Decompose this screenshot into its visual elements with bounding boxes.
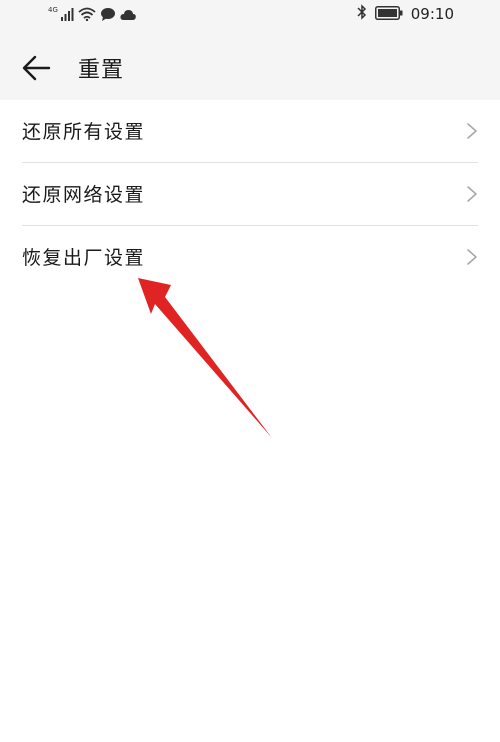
cloud-icon — [120, 6, 136, 25]
chevron-right-icon — [466, 185, 478, 203]
factory-reset-item[interactable]: 恢复出厂设置 — [0, 226, 500, 289]
arrow-left-icon — [18, 55, 58, 92]
network-type-label: 4G — [48, 6, 58, 14]
battery-icon — [374, 5, 403, 24]
status-bar-left: 4G — [48, 6, 136, 24]
chevron-right-icon — [466, 248, 478, 266]
status-time: 09:10 — [410, 5, 454, 23]
status-bar-right: 09:10 — [357, 4, 454, 24]
wifi-icon — [78, 6, 96, 25]
reset-network-settings-item[interactable]: 还原网络设置 — [0, 163, 500, 226]
list-item-label: 还原所有设置 — [22, 121, 146, 143]
message-icon — [100, 6, 116, 25]
status-bar: 4G 09:10 — [0, 0, 500, 30]
chevron-right-icon — [466, 122, 478, 140]
red-arrow-icon — [138, 278, 272, 438]
list-item-label: 恢复出厂设置 — [22, 247, 146, 269]
list-item-label: 还原网络设置 — [22, 184, 146, 206]
page-title: 重置 — [78, 58, 125, 83]
back-button[interactable] — [18, 48, 58, 88]
signal-icon — [60, 6, 74, 25]
reset-all-settings-item[interactable]: 还原所有设置 — [0, 100, 500, 163]
header-bar: 重置 — [0, 36, 500, 100]
bluetooth-icon — [357, 4, 367, 24]
settings-list: 还原所有设置 还原网络设置 恢复出厂设置 — [0, 100, 500, 289]
